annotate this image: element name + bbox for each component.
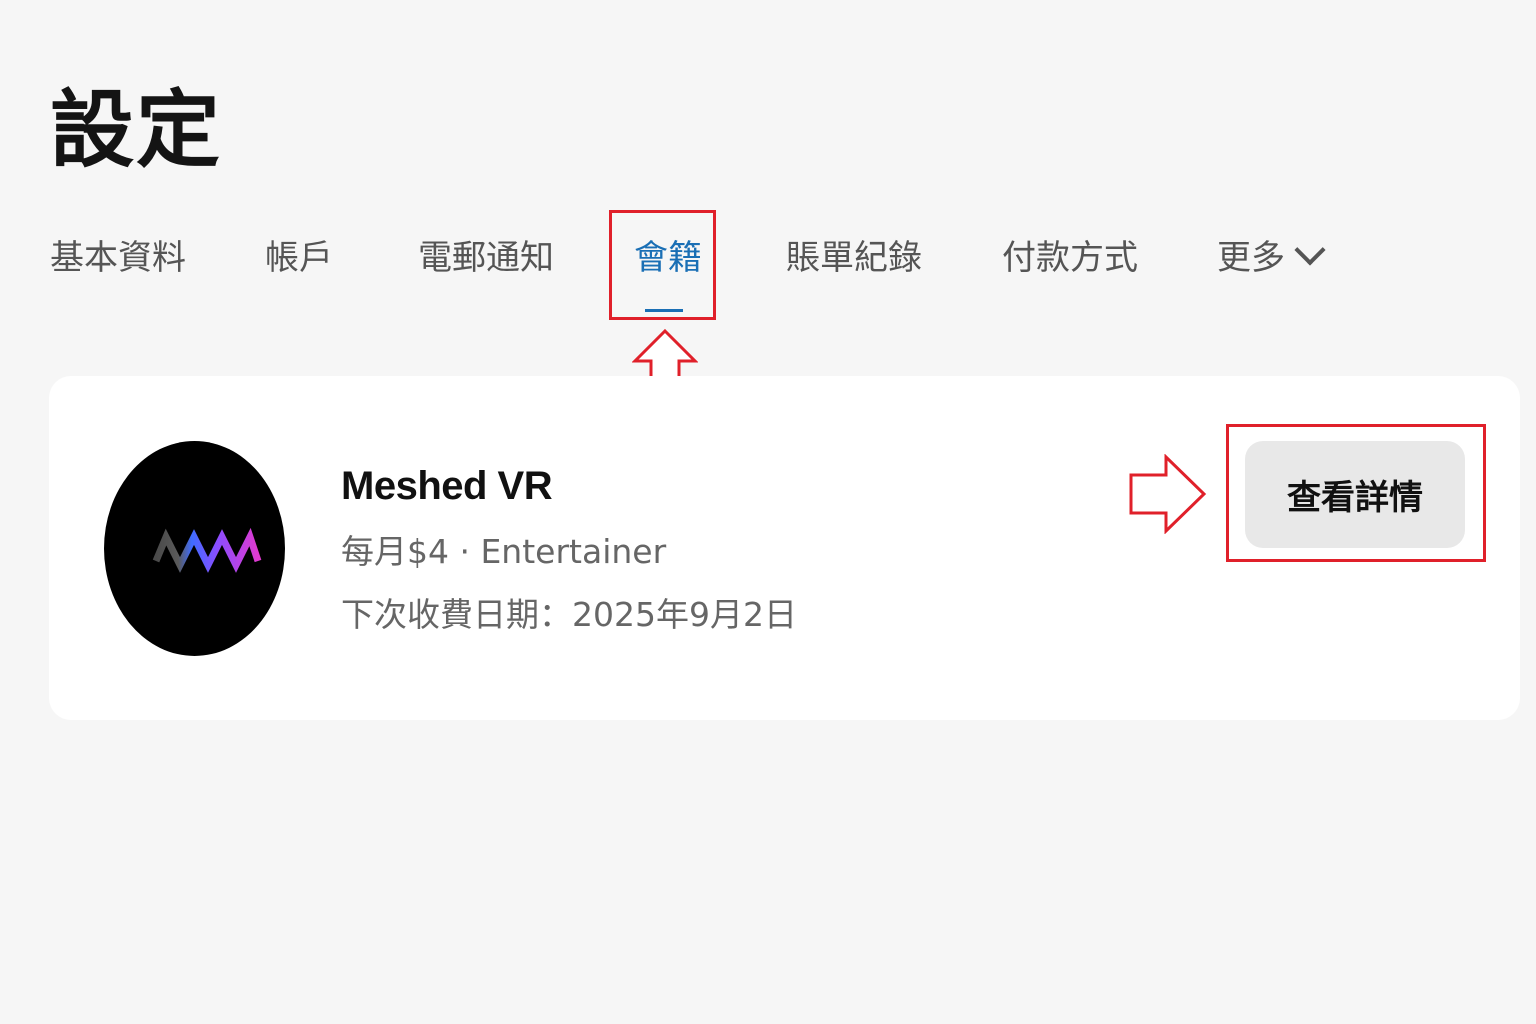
- annotation-highlight-box: [609, 210, 716, 320]
- tab-payment-methods[interactable]: 付款方式: [1002, 230, 1138, 290]
- settings-tabs: 基本資料 帳戶 電郵通知 會籍 賬單紀錄 付款方式 更多: [0, 230, 1536, 290]
- tab-label: 電郵通知: [418, 238, 554, 278]
- tab-email-notifications[interactable]: 電郵通知: [418, 230, 554, 290]
- membership-name: Meshed VR: [341, 464, 553, 508]
- page-title: 設定: [50, 81, 223, 179]
- settings-page: 設定 基本資料 帳戶 電郵通知 會籍 賬單紀錄 付款方式 更多 Meshed V…: [0, 0, 1536, 1024]
- tab-account[interactable]: 帳戶: [265, 230, 333, 290]
- tab-label: 更多: [1217, 238, 1285, 278]
- annotation-arrow-right-icon: [1129, 454, 1207, 534]
- next-billing-date: 下次收費日期：2025年9月2日: [341, 595, 797, 634]
- tab-label: 賬單紀錄: [786, 238, 922, 278]
- tab-label: 付款方式: [1002, 238, 1138, 278]
- tab-billing-history[interactable]: 賬單紀錄: [786, 230, 922, 290]
- meshed-vr-logo: [104, 441, 285, 656]
- meshed-vr-logo-mark: [152, 527, 262, 573]
- chevron-down-icon: [1294, 234, 1326, 266]
- view-details-button[interactable]: 查看詳情: [1245, 441, 1465, 548]
- membership-price-tier: 每月$4 · Entertainer: [341, 532, 667, 571]
- tab-label: 帳戶: [265, 238, 333, 278]
- tab-label: 基本資料: [50, 238, 186, 278]
- tab-more[interactable]: 更多: [1217, 230, 1326, 290]
- tab-profile[interactable]: 基本資料: [50, 230, 186, 290]
